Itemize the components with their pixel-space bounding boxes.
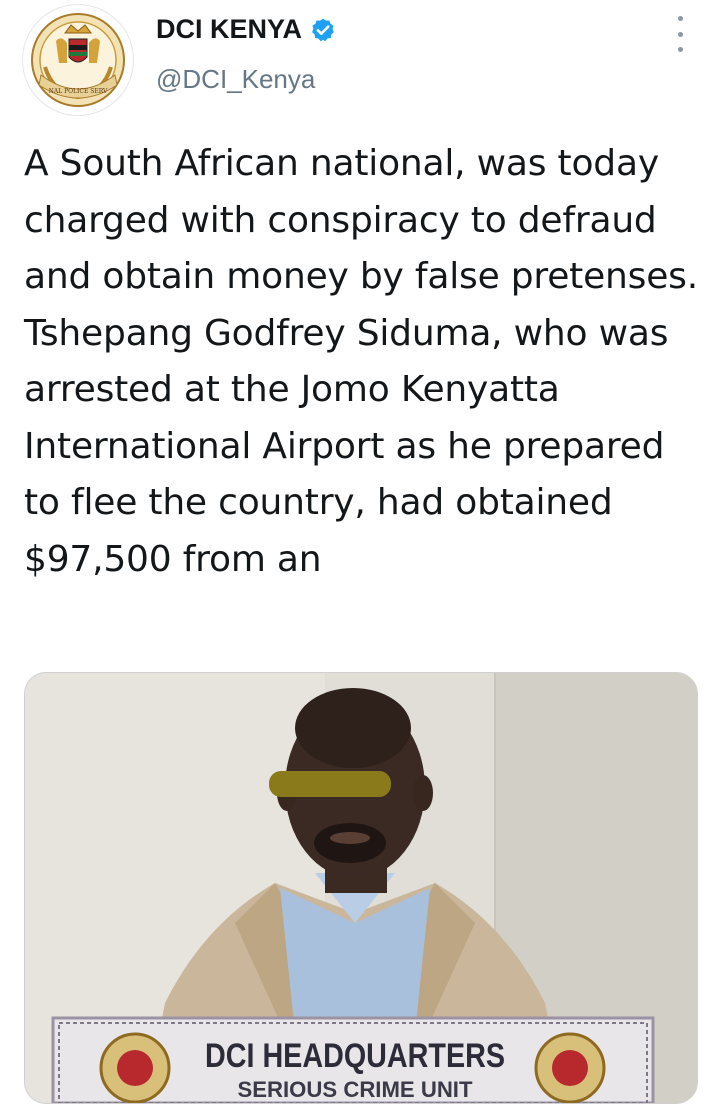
display-name-text: DCI KENYA [156, 14, 303, 44]
placard-subtitle: SERIOUS CRIME UNIT [238, 1077, 474, 1102]
tweet-text: A South African national, was today char… [24, 143, 698, 580]
more-vertical-icon[interactable] [668, 16, 692, 52]
photo-suspect: DCI HEADQUARTERS SERIOUS CRIME UNIT [25, 673, 697, 1103]
avatar[interactable]: NAL POLICE SERV [22, 4, 134, 116]
tweet-media[interactable]: DCI HEADQUARTERS SERIOUS CRIME UNIT [24, 672, 698, 1104]
tweet: NAL POLICE SERV DCI KENYA @DCI_Kenya A S… [0, 0, 720, 1104]
display-name[interactable]: DCI KENYA [156, 14, 336, 45]
verified-badge-icon [312, 18, 334, 41]
avatar-badge-text: NAL POLICE SERV [49, 88, 108, 95]
placard-title: DCI HEADQUARTERS [205, 1037, 505, 1075]
police-emblem-icon: NAL POLICE SERV [25, 7, 131, 113]
handle[interactable]: @DCI_Kenya [156, 64, 315, 95]
